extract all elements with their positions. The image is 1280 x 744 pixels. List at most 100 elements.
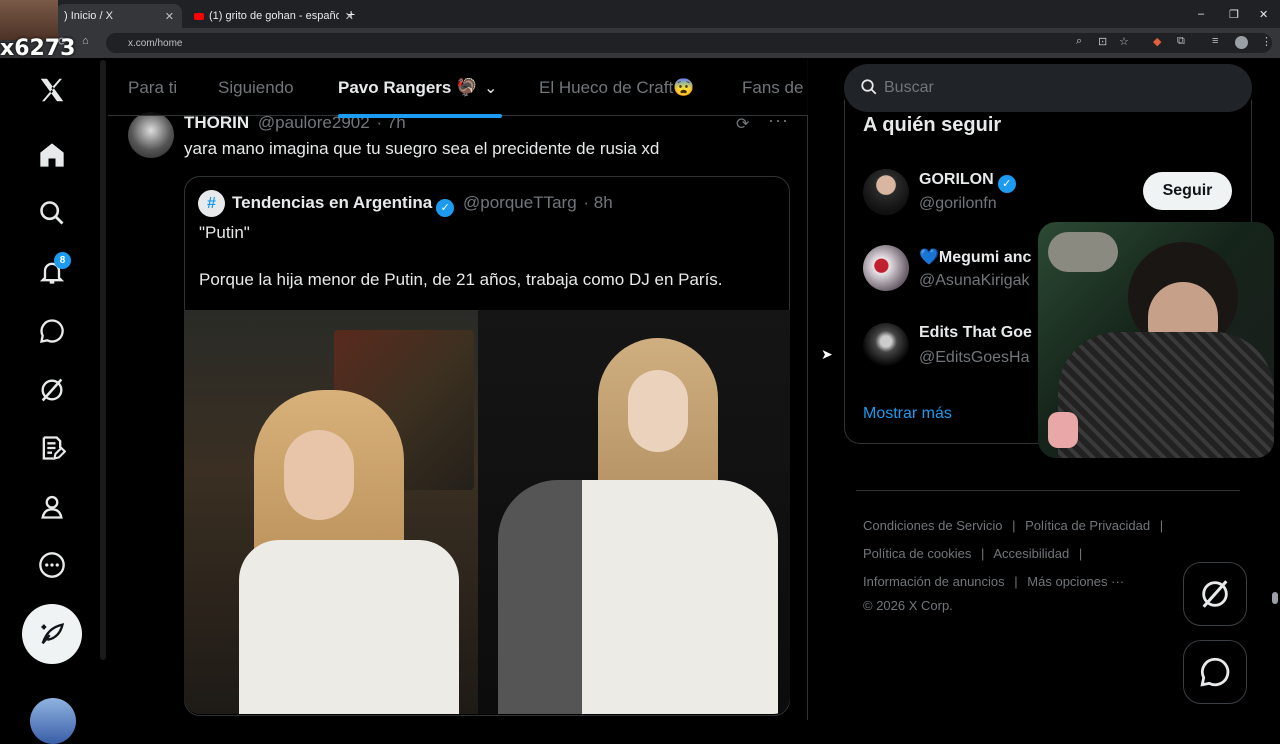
quote-author-handle[interactable]: @porqueTTarg bbox=[463, 193, 577, 212]
grok-icon[interactable] bbox=[32, 370, 72, 410]
privacy-link[interactable]: Política de Privacidad bbox=[1025, 518, 1150, 533]
face-shape bbox=[628, 370, 688, 452]
quote-line-2: Porque la hija menor de Putin, de 21 año… bbox=[199, 270, 723, 289]
close-window-button[interactable]: ✕ bbox=[1259, 8, 1268, 21]
search-input[interactable]: Buscar bbox=[844, 64, 1252, 112]
maximize-button[interactable]: ❐ bbox=[1229, 8, 1239, 21]
jacket-shape bbox=[498, 480, 778, 714]
quote-author-name[interactable]: Tendencias en Argentina bbox=[232, 193, 432, 212]
bookmark-star-icon[interactable]: ☆ bbox=[1119, 35, 1129, 48]
separator: | bbox=[1078, 546, 1083, 561]
webcam-overlay bbox=[1038, 222, 1274, 458]
account-name[interactable]: Edits That Goe bbox=[919, 324, 1039, 342]
plush-toy-shape bbox=[1048, 412, 1078, 448]
footer-row-1: Condiciones de Servicio | Política de Pr… bbox=[863, 518, 1163, 533]
accessibility-link[interactable]: Accesibilidad bbox=[993, 546, 1069, 561]
follow-button[interactable]: Seguir bbox=[1143, 172, 1232, 210]
more-options-link[interactable]: Más opciones ··· bbox=[1027, 574, 1124, 589]
browser-tab-x-home[interactable]: ) Inicio / X ✕ bbox=[56, 4, 182, 28]
account-avatar[interactable] bbox=[30, 698, 76, 744]
who-to-follow-title: A quién seguir bbox=[863, 114, 1002, 136]
search-placeholder: Buscar bbox=[884, 79, 934, 96]
browser-tab-youtube[interactable]: (1) grito de gohan - español ex ✕ bbox=[186, 4, 362, 28]
shirt-shape bbox=[239, 540, 459, 714]
account-avatar[interactable] bbox=[863, 245, 909, 291]
left-scrollbar[interactable] bbox=[100, 60, 106, 660]
media-icon[interactable]: ≡ bbox=[1212, 35, 1218, 47]
quote-time[interactable]: · 8h bbox=[583, 193, 612, 212]
tweet-author-avatar[interactable] bbox=[128, 112, 174, 158]
separator: | bbox=[1012, 518, 1016, 533]
new-tab-button[interactable]: + bbox=[347, 6, 355, 22]
show-more-link[interactable]: Mostrar más bbox=[863, 405, 952, 423]
cookies-link[interactable]: Política de cookies bbox=[863, 546, 971, 561]
youtube-icon bbox=[194, 12, 204, 20]
account-avatar[interactable] bbox=[863, 169, 909, 215]
tab-title: (1) grito de gohan - español ex bbox=[209, 10, 339, 22]
search-icon bbox=[860, 78, 878, 101]
close-icon[interactable]: ✕ bbox=[165, 10, 174, 23]
separator: | bbox=[1014, 574, 1018, 589]
more-icon[interactable] bbox=[32, 545, 72, 585]
verified-badge-icon: ✓ bbox=[997, 174, 1016, 193]
account-handle: @EditsGoesHa bbox=[919, 349, 1030, 366]
messages-icon[interactable] bbox=[32, 311, 72, 351]
tab-fans-de[interactable]: Fans de bbox=[742, 78, 803, 98]
lists-icon[interactable] bbox=[32, 428, 72, 468]
grok-fab-button[interactable] bbox=[1183, 562, 1247, 626]
quote-line-1: "Putin" bbox=[199, 223, 250, 242]
install-icon[interactable]: ⊡ bbox=[1098, 35, 1107, 48]
verified-badge-icon: ✓ bbox=[436, 198, 455, 217]
tab-pavo-rangers[interactable]: Pavo Rangers 🦃 bbox=[338, 78, 477, 98]
person-hoodie-shape bbox=[1058, 332, 1274, 458]
divider bbox=[856, 490, 1240, 491]
quoted-tweet-media[interactable] bbox=[184, 310, 790, 714]
footer-row-3: Información de anuncios | Más opciones ·… bbox=[863, 574, 1124, 589]
home-icon[interactable] bbox=[32, 135, 72, 175]
messages-fab-button[interactable] bbox=[1183, 640, 1247, 704]
account-name: GORILON bbox=[919, 171, 994, 188]
footer-row-2: Política de cookies | Accesibilidad | bbox=[863, 546, 1082, 561]
chevron-down-icon[interactable]: ⌄ bbox=[484, 78, 497, 98]
account-avatar[interactable] bbox=[863, 323, 909, 369]
tab-siguiendo[interactable]: Siguiendo bbox=[218, 78, 294, 98]
ads-info-link[interactable]: Información de anuncios bbox=[863, 574, 1005, 589]
separator: | bbox=[1159, 518, 1164, 533]
face-shape bbox=[284, 430, 354, 520]
page-scrollbar[interactable] bbox=[1272, 592, 1278, 604]
streamer-face-overlay bbox=[0, 0, 58, 40]
account-name[interactable]: 💙Megumi anc bbox=[919, 247, 1039, 267]
profile-icon[interactable] bbox=[32, 487, 72, 527]
extensions-puzzle-icon[interactable]: ⧉ bbox=[1177, 35, 1185, 48]
quote-header: Tendencias en Argentina ✓ @porqueTTarg · … bbox=[232, 193, 613, 217]
photo-left[interactable] bbox=[184, 310, 478, 714]
copyright: © 2026 X Corp. bbox=[863, 598, 953, 613]
grok-icon bbox=[1202, 580, 1228, 608]
active-tab-indicator bbox=[338, 114, 502, 118]
zoom-icon[interactable]: ⌕ bbox=[1076, 35, 1082, 48]
notification-count-badge: 8 bbox=[54, 252, 71, 269]
mouse-cursor-icon: ➤ bbox=[821, 346, 833, 362]
terms-link[interactable]: Condiciones de Servicio bbox=[863, 518, 1002, 533]
minimize-button[interactable]: – bbox=[1198, 8, 1204, 20]
separator: | bbox=[981, 546, 985, 561]
tweet-text: yara mano imagina que tu suegro sea el p… bbox=[184, 139, 660, 158]
x-logo-icon[interactable] bbox=[32, 70, 72, 110]
browser-menu-icon[interactable]: ⋮ bbox=[1261, 35, 1272, 48]
account-handle: @gorilonfn bbox=[919, 195, 997, 212]
hashtag-avatar-icon[interactable]: # bbox=[198, 190, 225, 217]
extension-icon[interactable]: ◆ bbox=[1153, 35, 1161, 48]
compose-feather-icon bbox=[41, 623, 65, 645]
account-handle: @AsunaKirigak bbox=[919, 272, 1030, 289]
profile-avatar[interactable] bbox=[1235, 36, 1248, 49]
account-row-gorilon[interactable]: GORILON ✓ bbox=[919, 171, 1016, 193]
grok-icon[interactable]: ⟳ bbox=[736, 114, 749, 134]
tab-para-ti[interactable]: Para ti bbox=[128, 78, 177, 98]
tab-el-hueco-de-craft[interactable]: El Hueco de Craft😨 bbox=[539, 78, 694, 98]
post-button[interactable] bbox=[22, 604, 82, 664]
search-icon[interactable] bbox=[32, 193, 72, 233]
home-button-icon[interactable]: ⌂ bbox=[82, 35, 89, 47]
url-text: x.com/home bbox=[128, 37, 183, 49]
messages-icon bbox=[1200, 657, 1230, 687]
photo-right[interactable] bbox=[478, 310, 790, 714]
